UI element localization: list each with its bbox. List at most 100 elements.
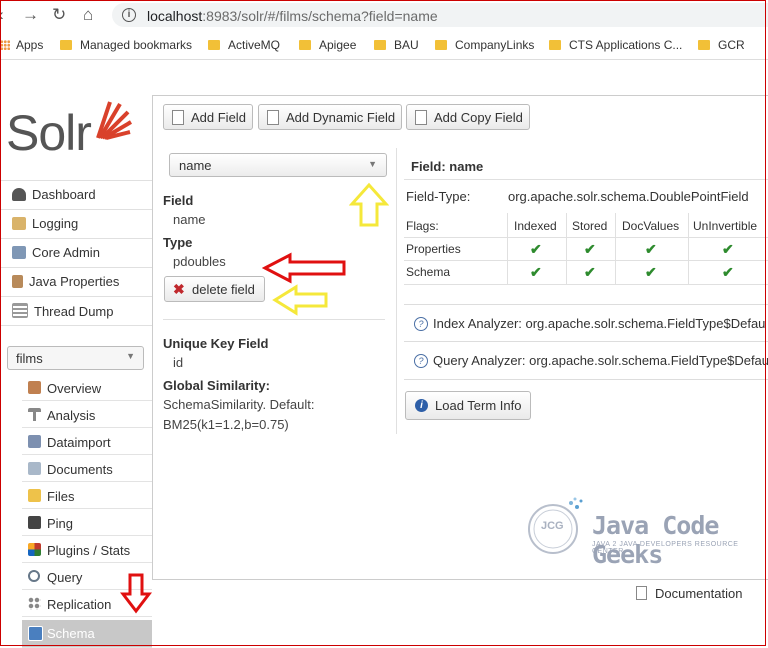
query-analyzer-row[interactable]: ? Query Analyzer: org.apache.solr.schema.… [404,342,768,380]
sidebar-item-logging[interactable]: Logging [12,216,78,231]
bookmark-cts[interactable]: CTS Applications C... [549,38,682,52]
bookmark-gcr[interactable]: GCR [698,38,745,52]
sidebar-item-core-admin[interactable]: Core Admin [12,245,100,260]
core-admin-icon [12,246,26,259]
global-similarity-value: BM25(k1=1.2,b=0.75) [163,417,289,432]
folder-icon [60,40,72,50]
delete-x-icon: ✖ [173,281,185,297]
core-item-schema[interactable]: Schema [22,620,152,648]
folder-icon [698,40,710,50]
core-item-plugins-stats[interactable]: Plugins / Stats [22,537,152,563]
bookmark-activemq[interactable]: ActiveMQ [208,38,280,52]
folder-icon [549,40,561,50]
core-item-label: Ping [47,516,74,531]
delete-field-label: delete field [192,282,255,297]
sidebar-item-thread-dump[interactable]: Thread Dump [12,303,113,319]
bookmarks-bar: Apps Managed bookmarks ActiveMQ Apigee B… [0,33,768,60]
check-icon: ✔ [584,264,596,280]
check-icon: ✔ [722,264,734,280]
watermark-subtitle: JAVA 2 JAVA DEVELOPERS RESOURCE CENTER [592,541,739,555]
add-dynamic-field-button[interactable]: Add Dynamic Field [258,104,402,130]
table-col-divider [688,213,689,285]
main-panel-border [152,95,768,96]
unique-key-value: id [173,355,184,370]
logging-icon [12,217,26,230]
field-type-label: Field-Type: [406,189,471,204]
bookmark-apigee[interactable]: Apigee [299,38,356,52]
table-divider [404,284,768,285]
core-selector[interactable]: films ▼ [7,346,144,370]
watermark-title: Java Code Geeks [592,511,719,569]
delete-field-button[interactable]: ✖ delete field [164,276,265,302]
chevron-down-icon: ▼ [126,351,135,361]
folder-icon [435,40,447,50]
sidebar-item-dashboard[interactable]: Dashboard [12,187,96,202]
column-divider [396,148,397,434]
filter-icon [28,408,41,421]
sidebar-item-label: Logging [32,216,79,231]
bookmark-label: GCR [718,38,745,52]
sidebar-item-java-properties[interactable]: Java Properties [12,274,119,289]
bookmark-label: Apps [16,38,44,52]
core-item-files[interactable]: Files [22,483,152,509]
url-text[interactable]: localhost:8983/solr/#/films/schema?field… [147,8,438,24]
site-info-icon[interactable]: i [122,8,136,22]
flags-row-label: Properties [406,242,461,256]
yellow-arrow-up-annotation [349,182,389,227]
document-icon [415,110,427,125]
global-similarity-label: Global Similarity: [163,378,270,393]
field-label: Field [163,193,194,208]
red-arrow-left-annotation [262,252,346,284]
files-icon [28,489,41,502]
core-item-label: Analysis [47,408,96,423]
bookmark-label: CompanyLinks [455,38,535,52]
reload-icon[interactable]: ↻ [52,5,66,25]
table-divider [404,260,768,261]
apps-icon [0,40,10,50]
logo-text: Solr [6,105,92,161]
add-field-label: Add Field [191,110,246,125]
core-item-label: Plugins / Stats [47,543,131,558]
info-icon: i [415,399,428,412]
sidebar-divider [0,180,152,181]
flags-row-label: Schema [406,265,451,279]
check-icon: ✔ [530,241,542,257]
solr-logo[interactable]: Solr [6,104,92,162]
replication-icon [28,597,41,610]
bookmark-companylinks[interactable]: CompanyLinks [435,38,534,52]
schema-icon [28,626,43,641]
field-selector[interactable]: name ▼ [169,153,387,177]
divider [404,179,768,180]
add-copy-field-button[interactable]: Add Copy Field [406,104,530,130]
help-icon: ? [414,354,428,368]
bookmark-managed[interactable]: Managed bookmarks [60,38,192,52]
sidebar-divider [0,296,152,297]
yellow-arrow-left-annotation [272,284,328,316]
load-term-info-label: Load Term Info [435,398,522,413]
red-arrow-down-annotation [120,573,152,614]
core-item-analysis[interactable]: Analysis [22,402,152,428]
load-term-info-button[interactable]: i Load Term Info [405,391,531,420]
document-icon [267,110,279,125]
home-button-icon[interactable]: ⌂ [83,5,93,25]
query-icon [28,570,40,582]
sidebar-item-label: Java Properties [29,274,120,289]
index-analyzer-row[interactable]: ? Index Analyzer: org.apache.solr.schema.… [404,304,768,342]
documentation-link[interactable]: Documentation [636,586,742,601]
dashboard-icon [12,188,26,201]
sidebar-item-label: Core Admin [32,245,100,260]
core-item-ping[interactable]: Ping [22,510,152,536]
core-item-dataimport[interactable]: Dataimport [22,429,152,455]
thread-dump-icon [12,303,28,318]
add-field-button[interactable]: Add Field [163,104,253,130]
core-item-label: Overview [47,381,102,396]
core-item-documents[interactable]: Documents [22,456,152,482]
bookmark-apps[interactable]: Apps [0,38,43,52]
type-label: Type [163,235,193,250]
address-bar: ‹ → ↻ ⌂ i localhost:8983/solr/#/films/sc… [0,0,768,30]
document-icon [172,110,184,125]
bookmark-bau[interactable]: BAU [374,38,419,52]
core-item-overview[interactable]: Overview [22,375,152,401]
forward-icon[interactable]: → [22,5,39,25]
back-icon[interactable]: ‹ [0,5,4,25]
